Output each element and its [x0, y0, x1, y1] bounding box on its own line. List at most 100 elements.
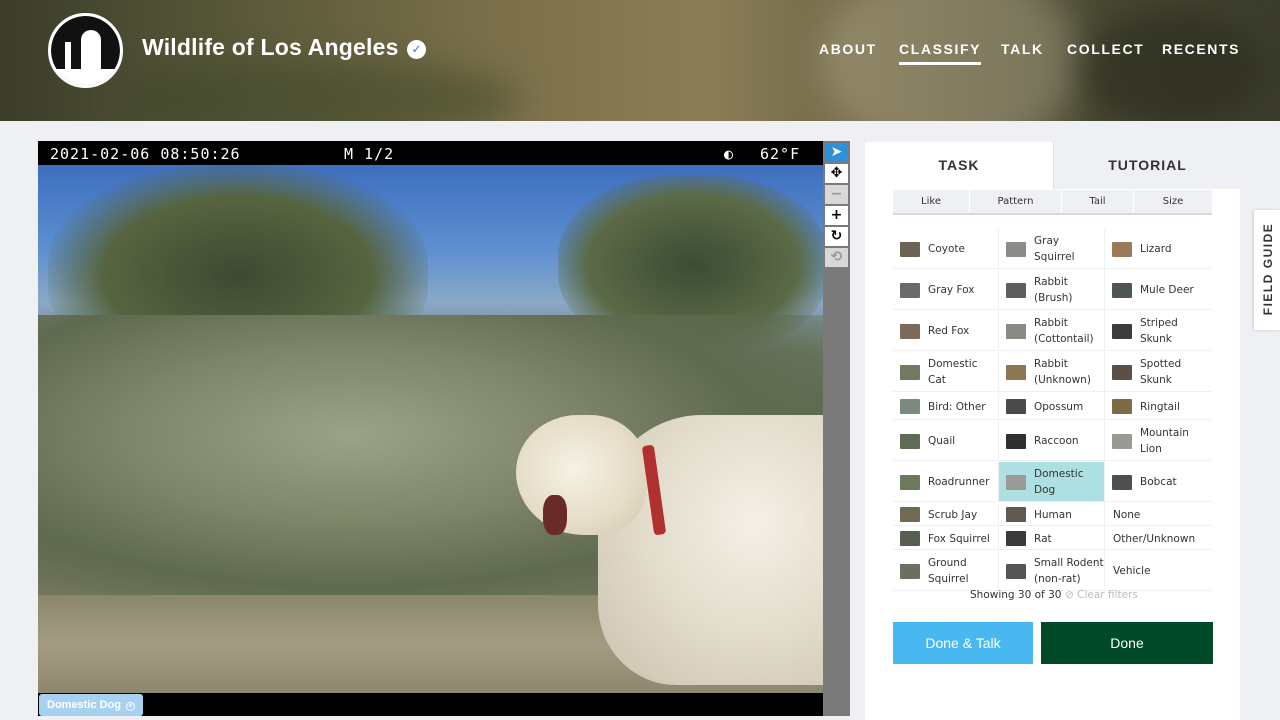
zoom-out-icon[interactable]: − — [825, 185, 848, 204]
species-choice-label: Striped Skunk — [1140, 317, 1178, 345]
species-choice-label: Mule Deer — [1140, 284, 1194, 296]
species-choice[interactable]: Bobcat — [1105, 462, 1212, 502]
species-choice[interactable]: Rabbit (Unknown) — [999, 352, 1105, 392]
species-choice-label: None — [1113, 508, 1141, 521]
rotate-icon[interactable]: ↻ — [825, 227, 848, 246]
species-choice-label: Other/Unknown — [1113, 532, 1196, 545]
species-choice[interactable]: Gray Squirrel — [999, 229, 1105, 269]
species-choice[interactable]: None — [1105, 503, 1212, 526]
filter-size[interactable]: Size — [1134, 190, 1212, 213]
species-thumbnail — [1112, 399, 1132, 414]
filter-tail[interactable]: Tail — [1062, 190, 1134, 213]
photo-dog-mouth — [543, 495, 567, 535]
species-choice[interactable]: Gray Fox — [893, 270, 999, 310]
logo-palm-shape — [65, 42, 71, 72]
species-thumbnail — [1006, 507, 1026, 522]
species-choice[interactable]: Lizard — [1105, 229, 1212, 269]
pan-icon[interactable]: ✥ — [825, 164, 848, 183]
species-thumbnail — [1006, 283, 1026, 298]
species-choice[interactable]: Bird: Other — [893, 393, 999, 420]
species-choice-label: Gray Fox — [928, 284, 975, 296]
done-button[interactable]: Done — [1041, 622, 1213, 664]
camera-info-bar: 2021-02-06 08:50:26 M 1/2 ◐ 62°F — [38, 141, 823, 165]
nav-classify[interactable]: CLASSIFY — [899, 41, 982, 65]
species-thumbnail — [1006, 531, 1026, 546]
filter-pattern[interactable]: Pattern — [970, 190, 1062, 213]
species-choice-label: Roadrunner — [928, 476, 990, 488]
species-choice-label: Small Rodent (non-rat) — [1034, 557, 1104, 585]
subject-viewer[interactable]: 2021-02-06 08:50:26 M 1/2 ◐ 62°F — [38, 141, 823, 716]
species-choice-label: Ringtail — [1140, 400, 1180, 413]
species-choice[interactable]: Quail — [893, 421, 999, 461]
species-choice[interactable]: Roadrunner — [893, 462, 999, 502]
zoom-in-icon[interactable]: + — [825, 206, 848, 225]
species-choice[interactable]: Striped Skunk — [1105, 311, 1212, 351]
species-choice[interactable]: Human — [999, 503, 1105, 526]
species-choice[interactable]: Rabbit (Brush) — [999, 270, 1105, 310]
species-choice[interactable]: Mule Deer — [1105, 270, 1212, 310]
species-choice[interactable]: Small Rodent (non-rat) — [999, 551, 1105, 591]
site-logo[interactable] — [48, 13, 123, 88]
species-thumbnail — [900, 564, 920, 579]
header-background-blur — [120, 60, 520, 121]
field-guide-tab[interactable]: FIELD GUIDE — [1254, 210, 1280, 330]
species-thumbnail — [1112, 242, 1132, 257]
species-choice-label: Rabbit (Brush) — [1034, 276, 1073, 304]
species-choice[interactable]: Other/Unknown — [1105, 527, 1212, 550]
species-thumbnail — [900, 324, 920, 339]
species-choice-label: Opossum — [1034, 400, 1084, 413]
pointer-icon[interactable]: ➤ — [825, 143, 848, 162]
species-thumbnail — [1006, 242, 1026, 257]
remove-tag-icon[interactable]: × — [125, 702, 135, 711]
species-choice[interactable]: Scrub Jay — [893, 503, 999, 526]
species-choice[interactable]: Mountain Lion — [1105, 421, 1212, 461]
header-background-blur — [1080, 10, 1260, 121]
tab-task[interactable]: TASK — [865, 142, 1053, 189]
subject-image[interactable] — [38, 165, 823, 693]
species-choice[interactable]: Rabbit (Cottontail) — [999, 311, 1105, 351]
species-choice-label: Bird: Other — [928, 400, 986, 413]
done-and-talk-button[interactable]: Done & Talk — [893, 622, 1033, 664]
species-choice[interactable]: Spotted Skunk — [1105, 352, 1212, 392]
reset-icon[interactable]: ⟲ — [825, 248, 848, 267]
species-choice[interactable]: Rat — [999, 527, 1105, 550]
nav-talk[interactable]: TALK — [1001, 41, 1044, 57]
species-choice-label: Vehicle — [1113, 565, 1151, 577]
species-choice[interactable]: Vehicle — [1105, 551, 1212, 591]
nav-collect[interactable]: COLLECT — [1067, 41, 1144, 57]
tab-tutorial[interactable]: TUTORIAL — [1053, 142, 1241, 189]
species-choice[interactable]: Ringtail — [1105, 393, 1212, 420]
species-choice[interactable]: Opossum — [999, 393, 1105, 420]
verified-badge-icon: ✓ — [407, 40, 426, 59]
camera-temperature: 62°F — [760, 145, 801, 163]
filter-like[interactable]: Like — [893, 190, 970, 213]
species-choice[interactable]: Ground Squirrel — [893, 551, 999, 591]
site-header: Wildlife of Los Angeles ✓ ABOUT CLASSIFY… — [0, 0, 1280, 121]
camera-bottom-bar — [38, 693, 823, 716]
species-choice[interactable]: Coyote — [893, 229, 999, 269]
species-choice[interactable]: Domestic Cat — [893, 352, 999, 392]
species-choice-label: Lizard — [1140, 243, 1172, 255]
logo-coyote-shape — [81, 30, 101, 70]
species-choice[interactable]: Domestic Dog — [999, 462, 1105, 502]
species-choice[interactable]: Red Fox — [893, 311, 999, 351]
nav-recents[interactable]: RECENTS — [1162, 41, 1240, 57]
nav-about[interactable]: ABOUT — [819, 41, 877, 57]
panel-tabs: TASK TUTORIAL — [865, 142, 1241, 189]
species-thumbnail — [1006, 399, 1026, 414]
clear-filters-link[interactable]: ⊘ Clear filters — [1065, 589, 1138, 601]
species-choice-label: Human — [1034, 508, 1072, 521]
header-background-blur — [820, 0, 1080, 121]
choice-filters: Like Pattern Tail Size — [893, 190, 1212, 215]
camera-frame: M 1/2 — [344, 145, 395, 163]
species-choice-label: Ground Squirrel — [928, 557, 969, 585]
photo-dog-head — [516, 415, 646, 535]
species-choice[interactable]: Raccoon — [999, 421, 1105, 461]
species-thumbnail — [1006, 324, 1026, 339]
viewer-toolbar: ➤ ✥ − + ↻ ⟲ — [823, 141, 850, 716]
task-panel: TASK TUTORIAL Like Pattern Tail Size Coy… — [865, 142, 1241, 720]
annotation-tag[interactable]: Domestic Dog × — [39, 694, 143, 716]
species-thumbnail — [1112, 434, 1132, 449]
species-choice[interactable]: Fox Squirrel — [893, 527, 999, 550]
site-title[interactable]: Wildlife of Los Angeles — [142, 34, 399, 61]
